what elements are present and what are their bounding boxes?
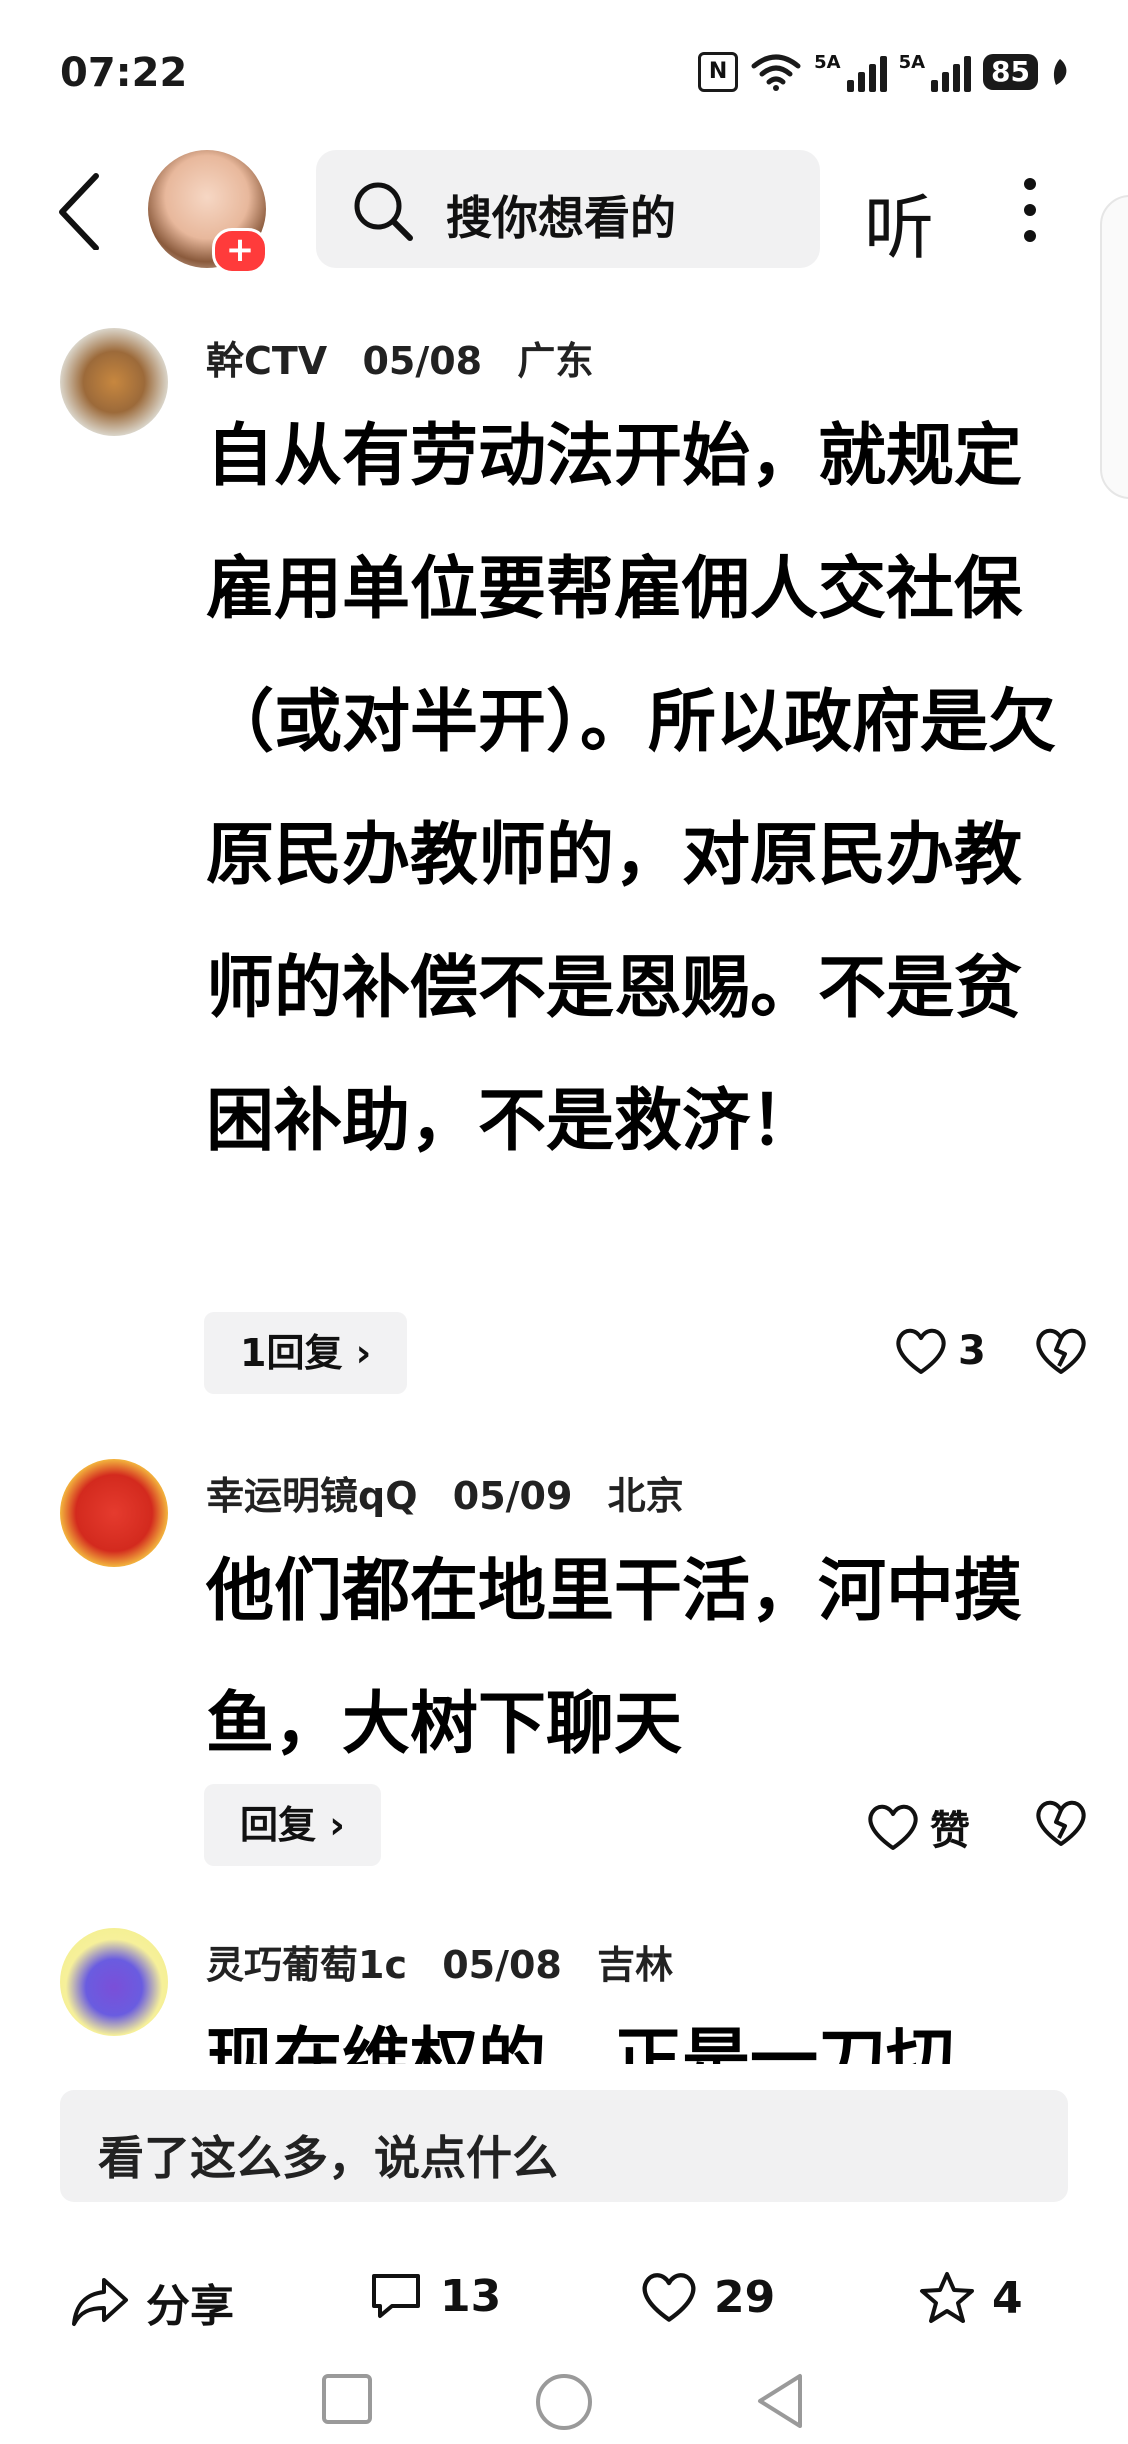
dislike-button[interactable]	[1034, 1326, 1088, 1380]
commenter-avatar[interactable]	[60, 328, 168, 436]
comment-location: 吉林	[597, 1943, 674, 1987]
comment-header: 幸运明镜qQ 05/09 北京	[206, 1465, 706, 1520]
comment-header: 灵巧葡萄1c 05/08 吉林	[206, 1934, 695, 1989]
signal-1-label: 5A	[814, 52, 841, 73]
leaf-icon	[1053, 59, 1067, 85]
cell-signal-2-icon: 5A	[898, 52, 972, 92]
status-bar: 07:22 N 5A 5A 85	[0, 0, 1128, 150]
favorite-button[interactable]: 4	[918, 2270, 1023, 2326]
comment-date: 05/09	[452, 1474, 573, 1518]
dislike-button[interactable]	[1034, 1798, 1088, 1852]
share-label: 分享	[146, 2281, 234, 2332]
recent-apps-button[interactable]	[320, 2372, 374, 2430]
likes-count: 29	[714, 2271, 776, 2323]
triangle-back-icon	[758, 2374, 802, 2428]
comment-item: 灵巧葡萄1c 05/08 吉林 现在维权的，正是一刀切	[0, 1928, 1128, 2064]
listen-button[interactable]: 听	[864, 172, 934, 273]
broken-heart-icon	[1036, 1328, 1086, 1374]
status-icons: N 5A 5A 85	[698, 52, 1070, 92]
home-button[interactable]	[534, 2372, 594, 2436]
search-icon	[354, 182, 413, 241]
star-icon	[920, 2272, 974, 2323]
comment-header: 幹CTV 05/08 广东	[206, 330, 615, 385]
commenter-name[interactable]: 幸运明镜qQ	[206, 1474, 418, 1518]
comment-input[interactable]: 看了这么多，说点什么	[60, 2090, 1068, 2202]
action-bar: 分享 13 29 4	[0, 2240, 1128, 2350]
comment-bubble-icon	[372, 2274, 420, 2318]
commenter-name[interactable]: 幹CTV	[206, 339, 327, 383]
replies-button[interactable]: 1回复 ›	[204, 1312, 408, 1394]
search-box[interactable]: 搜你想看的	[316, 150, 820, 268]
comment-text: 自从有劳动法开始，就规定雇用单位要帮雇佣人交社保（或对半开）。所以政府是欠原民办…	[206, 417, 1057, 1161]
heart-icon	[896, 1328, 946, 1374]
heart-icon	[868, 1804, 918, 1850]
square-icon	[322, 2374, 372, 2424]
comments-count: 13	[440, 2270, 502, 2322]
commenter-avatar[interactable]	[60, 1459, 168, 1567]
favorites-count: 4	[992, 2272, 1023, 2324]
broken-heart-icon	[1036, 1800, 1086, 1846]
like-button[interactable]: 赞	[866, 1798, 970, 1856]
edge-panel-handle[interactable]	[1100, 195, 1128, 499]
share-icon	[72, 2278, 128, 2326]
comments-button[interactable]: 13	[368, 2270, 501, 2322]
nfc-icon: N	[698, 52, 739, 92]
reply-button[interactable]: 回复 ›	[204, 1784, 381, 1866]
back-button[interactable]	[50, 170, 110, 251]
signal-2-label: 5A	[898, 52, 926, 73]
like-label: 赞	[930, 1808, 970, 1854]
comment-text: 他们都在地里干活，河中摸鱼，大树下聊天	[206, 1552, 1023, 1764]
heart-icon	[642, 2273, 696, 2322]
wifi-icon	[751, 54, 801, 91]
like-post-button[interactable]: 29	[640, 2270, 775, 2324]
comment-text: 现在维权的，正是一刀切	[206, 2021, 955, 2064]
like-count: 3	[958, 1328, 986, 1374]
top-bar: + 搜你想看的 听	[0, 150, 1128, 274]
like-button[interactable]: 3	[894, 1326, 986, 1376]
back-arrow-icon	[59, 173, 99, 251]
comment-location: 北京	[607, 1474, 684, 1518]
back-nav-button[interactable]	[752, 2372, 808, 2434]
cell-signal-1-icon: 5A	[814, 52, 887, 92]
commenter-avatar[interactable]	[60, 1928, 168, 2036]
share-button[interactable]: 分享	[70, 2270, 234, 2334]
commenter-name[interactable]: 灵巧葡萄1c	[206, 1943, 407, 1987]
system-nav-bar	[0, 2350, 1128, 2444]
battery-indicator: 85	[983, 54, 1038, 90]
follow-plus-button[interactable]: +	[212, 228, 268, 274]
circle-icon	[536, 2374, 592, 2430]
search-placeholder: 搜你想看的	[446, 191, 676, 245]
comment-location: 广东	[517, 339, 594, 383]
status-time: 07:22	[60, 50, 188, 96]
comment-date: 05/08	[442, 1943, 562, 1987]
comment-input-placeholder: 看了这么多，说点什么	[98, 2131, 558, 2185]
comment-date: 05/08	[362, 339, 483, 383]
more-options-icon[interactable]	[1010, 170, 1050, 250]
